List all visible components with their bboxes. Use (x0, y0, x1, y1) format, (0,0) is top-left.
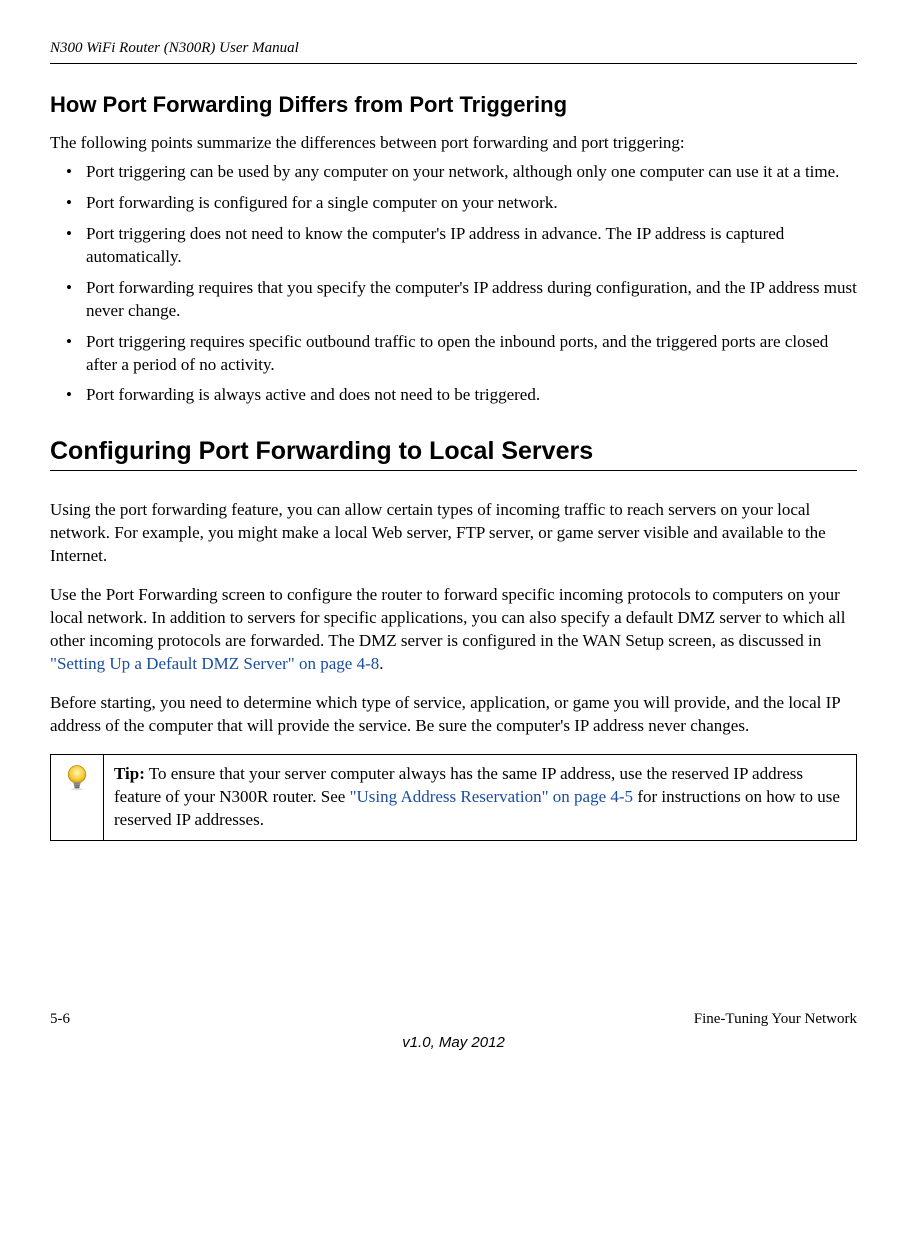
list-item: Port forwarding is configured for a sing… (58, 192, 857, 215)
footer-version: v1.0, May 2012 (50, 1034, 857, 1051)
doc-title: N300 WiFi Router (N300R) User Manual (50, 40, 857, 57)
section2-para2: Use the Port Forwarding screen to config… (50, 584, 857, 676)
list-item: Port triggering does not need to know th… (58, 223, 857, 269)
section1-heading: How Port Forwarding Differs from Port Tr… (50, 92, 857, 118)
page-footer: 5-6 Fine-Tuning Your Network v1.0, May 2… (50, 1011, 857, 1051)
list-item: Port triggering can be used by any compu… (58, 161, 857, 184)
section1-intro: The following points summarize the diffe… (50, 132, 857, 155)
lightbulb-icon (63, 763, 91, 791)
header-rule (50, 63, 857, 64)
tip-label: Tip: (114, 764, 145, 783)
section2-rule (50, 470, 857, 471)
section2-para2a: Use the Port Forwarding screen to config… (50, 585, 845, 650)
tip-text: Tip: To ensure that your server computer… (104, 755, 856, 840)
footer-page-number: 5-6 (50, 1011, 70, 1028)
section2-para3: Before starting, you need to determine w… (50, 692, 857, 738)
section2-para2b: . (379, 654, 383, 673)
list-item: Port forwarding requires that you specif… (58, 277, 857, 323)
list-item: Port forwarding is always active and doe… (58, 384, 857, 407)
tip-icon-cell (51, 755, 104, 840)
link-address-reservation[interactable]: "Using Address Reservation" on page 4-5 (350, 787, 633, 806)
footer-chapter: Fine-Tuning Your Network (694, 1011, 857, 1028)
section2-para1: Using the port forwarding feature, you c… (50, 499, 857, 568)
section1-bullets: Port triggering can be used by any compu… (50, 161, 857, 407)
section2-heading: Configuring Port Forwarding to Local Ser… (50, 437, 857, 466)
list-item: Port triggering requires specific outbou… (58, 331, 857, 377)
link-dmz-server[interactable]: "Setting Up a Default DMZ Server" on pag… (50, 654, 379, 673)
tip-box: Tip: To ensure that your server computer… (50, 754, 857, 841)
